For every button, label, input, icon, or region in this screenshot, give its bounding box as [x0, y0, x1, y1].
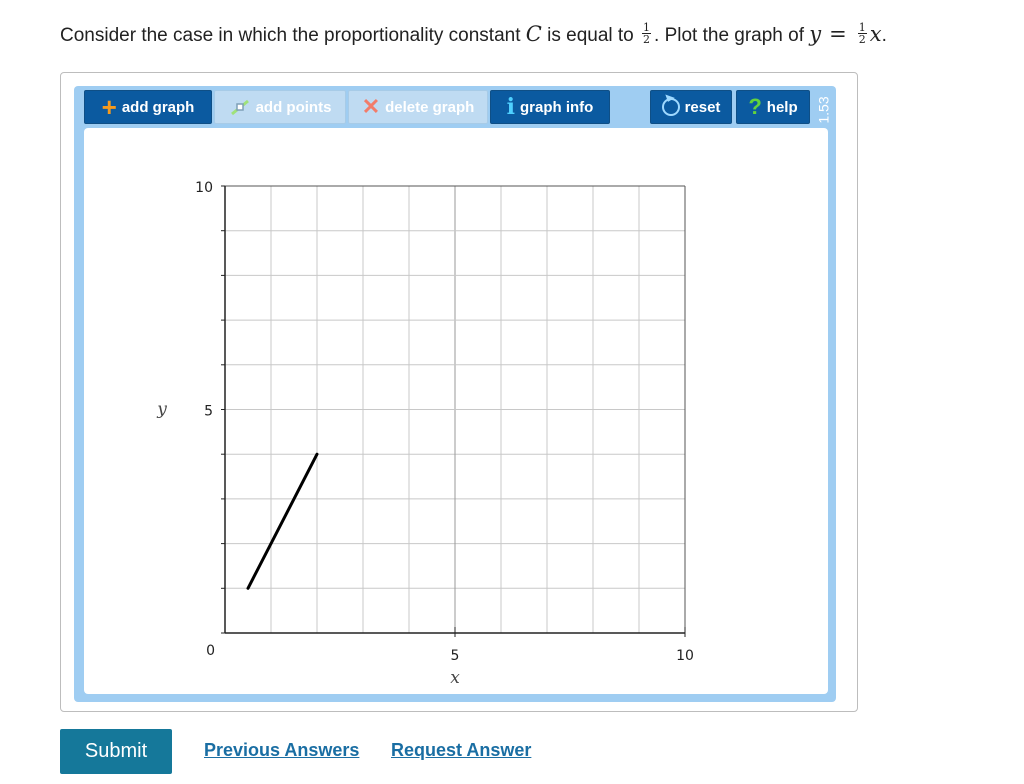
graph-canvas-panel[interactable] [84, 128, 828, 694]
x-symbol: x [869, 22, 882, 46]
version-label: 1.53 [816, 96, 832, 124]
question-text: Consider the case in which the proportio… [60, 10, 1010, 60]
fraction-one-half-2: 12 [857, 21, 867, 47]
delete-graph-label: delete graph [385, 98, 475, 116]
add-points-label: add points [255, 98, 332, 116]
add-graph-label: add graph [121, 98, 195, 116]
points-icon [230, 99, 249, 116]
constant-symbol: C [525, 22, 542, 46]
plus-icon: + [101, 92, 117, 122]
fraction-one-half: 12 [642, 21, 652, 47]
delete-graph-button[interactable]: ✕ delete graph [348, 90, 488, 124]
graph-info-button[interactable]: i graph info [490, 90, 610, 124]
help-question-icon: ? [748, 94, 762, 119]
info-icon: i [506, 94, 516, 120]
delete-x-icon: ✕ [361, 94, 381, 119]
submit-button[interactable]: Submit [60, 729, 172, 774]
previous-answers-link[interactable]: Previous Answers [204, 740, 359, 761]
add-points-button[interactable]: add points [214, 90, 346, 124]
help-button[interactable]: ? help [736, 90, 810, 124]
equals-sign: = [829, 22, 847, 46]
question-end: . [881, 25, 887, 46]
reset-button[interactable]: reset [650, 90, 732, 124]
reset-icon [661, 98, 680, 116]
request-answer-link[interactable]: Request Answer [391, 740, 531, 761]
question-part1: Consider the case in which the proportio… [60, 25, 526, 46]
reset-label: reset [684, 98, 721, 116]
question-part2: is equal to [541, 25, 640, 46]
help-label: help [766, 98, 798, 116]
y-symbol: y [809, 22, 822, 46]
graph-info-label: graph info [520, 98, 594, 116]
add-graph-button[interactable]: + add graph [84, 90, 212, 124]
question-part3: . Plot the graph of [654, 25, 810, 46]
